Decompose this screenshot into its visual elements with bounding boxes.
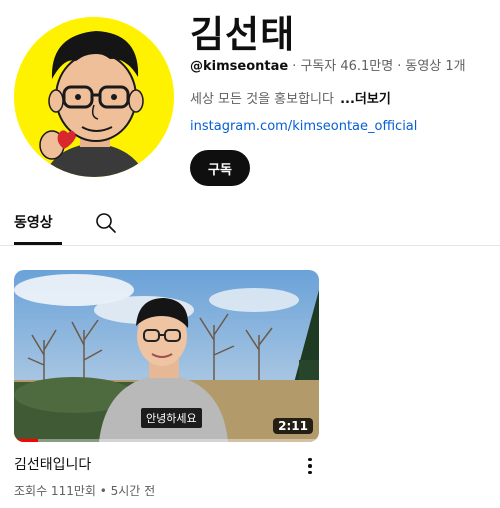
- channel-meta: @kimseontae · 구독자 46.1만명 · 동영상 1개: [190, 55, 466, 74]
- dot: [308, 470, 312, 475]
- subscribe-button[interactable]: 구독: [190, 150, 250, 186]
- video-count: 동영상 1개: [405, 59, 466, 74]
- video-title[interactable]: 김선태입니다: [14, 454, 91, 474]
- tab-videos[interactable]: 동영상: [14, 212, 53, 232]
- more-link[interactable]: ...더보기: [340, 92, 391, 107]
- video-caption: 안녕하세요: [141, 408, 202, 428]
- watch-progress-fill: [14, 439, 39, 442]
- search-icon[interactable]: [94, 211, 118, 235]
- separator-dot: ·: [292, 59, 297, 74]
- description-text: 세상 모든 것을 홍보합니다: [190, 92, 334, 107]
- avatar-illustration: [14, 17, 174, 177]
- video-duration: 2:11: [273, 418, 313, 434]
- channel-tabs: 동영상: [0, 200, 500, 246]
- channel-avatar[interactable]: [14, 17, 174, 177]
- subscriber-count: 구독자 46.1만명: [300, 59, 394, 74]
- channel-external-link[interactable]: instagram.com/kimseontae_official: [190, 119, 417, 134]
- video-thumbnail[interactable]: 안녕하세요 2:11: [14, 270, 319, 442]
- channel-handle: @kimseontae: [190, 59, 289, 74]
- tab-active-indicator: [14, 242, 62, 245]
- video-meta: 조회수 111만회 • 5시간 전: [14, 484, 156, 498]
- channel-name: 김선태: [190, 13, 296, 56]
- watch-progress-bar: [14, 439, 319, 442]
- channel-page: 김선태 @kimseontae · 구독자 46.1만명 · 동영상 1개 세상 모든 …: [0, 0, 500, 508]
- separator-dot: ·: [397, 59, 402, 74]
- dot: [308, 457, 312, 462]
- dot: [308, 464, 312, 468]
- more-options-icon[interactable]: [300, 455, 320, 477]
- channel-description[interactable]: 세상 모든 것을 홍보합니다 ...더보기: [190, 88, 391, 107]
